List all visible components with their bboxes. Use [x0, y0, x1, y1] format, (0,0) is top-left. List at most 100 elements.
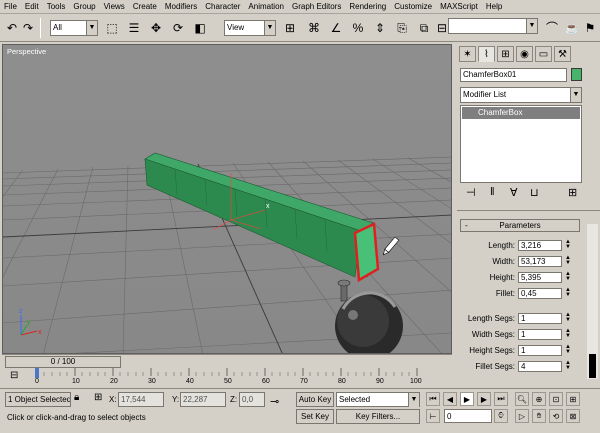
spinner-icon[interactable]: ▲ ▼ [564, 312, 572, 324]
menu-item-group[interactable]: Group [69, 0, 99, 14]
menu-item-animation[interactable]: Animation [244, 0, 288, 14]
fov-icon[interactable]: ▷ [515, 409, 529, 423]
menu-item-graph-editors[interactable]: Graph Editors [288, 0, 345, 14]
spinner-icon[interactable]: ▲ ▼ [564, 239, 572, 251]
go-to-end-icon[interactable]: ⏭︎ [494, 392, 508, 406]
spinner-icon[interactable]: ▲ ▼ [564, 255, 572, 267]
modifier-stack[interactable]: ChamferBox [460, 105, 582, 183]
snap-icon[interactable]: ⌘ [304, 18, 324, 38]
orbit-icon[interactable]: ⟲ [549, 409, 563, 423]
utilities-tab-icon[interactable]: ⚒ [554, 46, 571, 62]
param-length-input[interactable]: 3,216 [518, 240, 562, 251]
spinner-icon[interactable]: ▲ ▼ [564, 271, 572, 283]
time-slider[interactable]: 0 / 100 [2, 354, 452, 368]
stack-item-chamferbox[interactable]: ChamferBox [462, 107, 580, 119]
render-icon[interactable]: ☕ [562, 18, 582, 38]
trackbar-icon[interactable]: ⊟ [10, 370, 18, 381]
param-height-segs-input[interactable]: 1 [518, 345, 562, 356]
pivot-icon[interactable]: ⊞ [280, 18, 300, 38]
configure-sets-icon[interactable]: ⊞ [568, 186, 577, 199]
object-color-swatch[interactable] [571, 68, 582, 81]
spinner-icon[interactable]: ▲ ▼ [564, 360, 572, 372]
rotate-icon[interactable]: ⟳ [168, 18, 188, 38]
play-icon[interactable]: ▶︎ [460, 392, 474, 406]
select-object-icon[interactable]: ⬚ [102, 18, 122, 38]
auto-key-button[interactable]: Auto Key [296, 392, 334, 407]
named-selection-dropdown[interactable]: ▼ [448, 18, 538, 34]
y-coordinate-field[interactable]: 22,287 [180, 392, 226, 407]
maximize-viewport-icon[interactable]: ⊠ [566, 409, 580, 423]
redo-icon[interactable]: ↷ [18, 18, 38, 38]
angle-snap-icon[interactable]: ∠ [326, 18, 346, 38]
menu-item-maxscript[interactable]: MAXScript [436, 0, 482, 14]
zoom-extents-all-icon[interactable]: ⊞ [566, 392, 580, 406]
current-frame-field[interactable]: 0 [444, 409, 492, 423]
menu-item-tools[interactable]: Tools [43, 0, 70, 14]
time-config-icon[interactable]: ⌚︎ [494, 409, 508, 423]
lock-selection-icon[interactable]: 🔒︎ [74, 392, 79, 403]
key-icon[interactable]: ⊸ [270, 395, 279, 408]
menu-item-customize[interactable]: Customize [390, 0, 436, 14]
spinner-icon[interactable]: ▲ ▼ [564, 344, 572, 356]
track-bar[interactable]: ⊟ 0 10 20 30 40 50 60 70 80 90 100 [2, 368, 452, 388]
menu-item-edit[interactable]: Edit [21, 0, 43, 14]
time-slider-knob[interactable]: 0 / 100 [5, 356, 121, 368]
next-frame-icon[interactable]: ▶︎ [477, 392, 491, 406]
param-fillet-input[interactable]: 0,45 [518, 288, 562, 299]
ref-coord-dropdown[interactable]: View ▼ [224, 20, 276, 36]
param-height-input[interactable]: 5,395 [518, 272, 562, 283]
menu-item-modifiers[interactable]: Modifiers [161, 0, 201, 14]
remove-modifier-icon[interactable]: ⊔ [530, 186, 539, 199]
mirror-icon[interactable]: ⧉ [414, 18, 434, 38]
menu-item-character[interactable]: Character [201, 0, 244, 14]
previous-frame-icon[interactable]: ◀︎ [443, 392, 457, 406]
move-icon[interactable]: ✥ [146, 18, 166, 38]
hierarchy-tab-icon[interactable]: ⊞ [497, 46, 514, 62]
command-panel-scrollbar[interactable] [587, 224, 598, 379]
show-end-result-icon[interactable]: ‖ [490, 186, 495, 198]
create-tab-icon[interactable]: ✶ [459, 46, 476, 62]
param-width-input[interactable]: 53,173 [518, 256, 562, 267]
key-mode-dropdown[interactable]: Selected ▼ [336, 392, 420, 407]
percent-snap-icon[interactable]: % [348, 18, 368, 38]
scrollbar-thumb[interactable] [589, 354, 596, 378]
param-length-segs-input[interactable]: 1 [518, 313, 562, 324]
selection-filter-dropdown[interactable]: All ▼ [50, 20, 98, 36]
motion-tab-icon[interactable]: ◉ [516, 46, 533, 62]
perspective-viewport[interactable]: x z x y Perspective [2, 44, 452, 354]
menu-item-help[interactable]: Help [482, 0, 506, 14]
x-coordinate-field[interactable]: 17,544 [118, 392, 164, 407]
modifier-list-dropdown[interactable]: Modifier List ▼ [460, 87, 582, 103]
set-key-button[interactable]: Set Key [296, 409, 334, 424]
menu-item-create[interactable]: Create [129, 0, 161, 14]
param-fillet-segs-input[interactable]: 4 [518, 361, 562, 372]
zoom-extents-icon[interactable]: ⊡ [549, 392, 563, 406]
param-width-segs-input[interactable]: 1 [518, 329, 562, 340]
scale-icon[interactable]: ◧ [190, 18, 210, 38]
viewport-label[interactable]: Perspective [7, 47, 46, 56]
menu-item-file[interactable]: File [0, 0, 21, 14]
menu-item-rendering[interactable]: Rendering [345, 0, 390, 14]
pan-icon[interactable]: ✋︎ [532, 409, 546, 423]
parameters-rollout-header[interactable]: - Parameters [460, 219, 580, 232]
z-coordinate-field[interactable]: 0,0 [239, 392, 265, 407]
absolute-mode-icon[interactable]: ⊞ [94, 392, 102, 403]
pin-stack-icon[interactable]: ⊣ [466, 186, 476, 199]
curve-editor-icon[interactable]: ⌒ [542, 18, 562, 38]
spinner-icon[interactable]: ▲ ▼ [564, 328, 572, 340]
select-by-name-icon[interactable]: ☰ [124, 18, 144, 38]
key-filters-button[interactable]: Key Filters... [336, 409, 420, 424]
named-selection-icon[interactable]: ⎘ [392, 18, 412, 38]
make-unique-icon[interactable]: ∀ [510, 186, 518, 199]
display-tab-icon[interactable]: ▭ [535, 46, 552, 62]
zoom-all-icon[interactable]: ⊕ [532, 392, 546, 406]
zoom-icon[interactable]: 🔍︎ [515, 392, 529, 406]
spinner-icon[interactable]: ▲ ▼ [564, 287, 572, 299]
quick-render-icon[interactable]: ⚑ [580, 18, 600, 38]
modify-tab-icon[interactable]: ⌇ [478, 46, 495, 62]
key-mode-toggle-icon[interactable]: ⊢ [426, 409, 440, 423]
menu-item-views[interactable]: Views [100, 0, 129, 14]
go-to-start-icon[interactable]: ⏮︎ [426, 392, 440, 406]
object-name-field[interactable]: ChamferBox01 [460, 68, 567, 82]
spinner-snap-icon[interactable]: ⇕ [370, 18, 390, 38]
